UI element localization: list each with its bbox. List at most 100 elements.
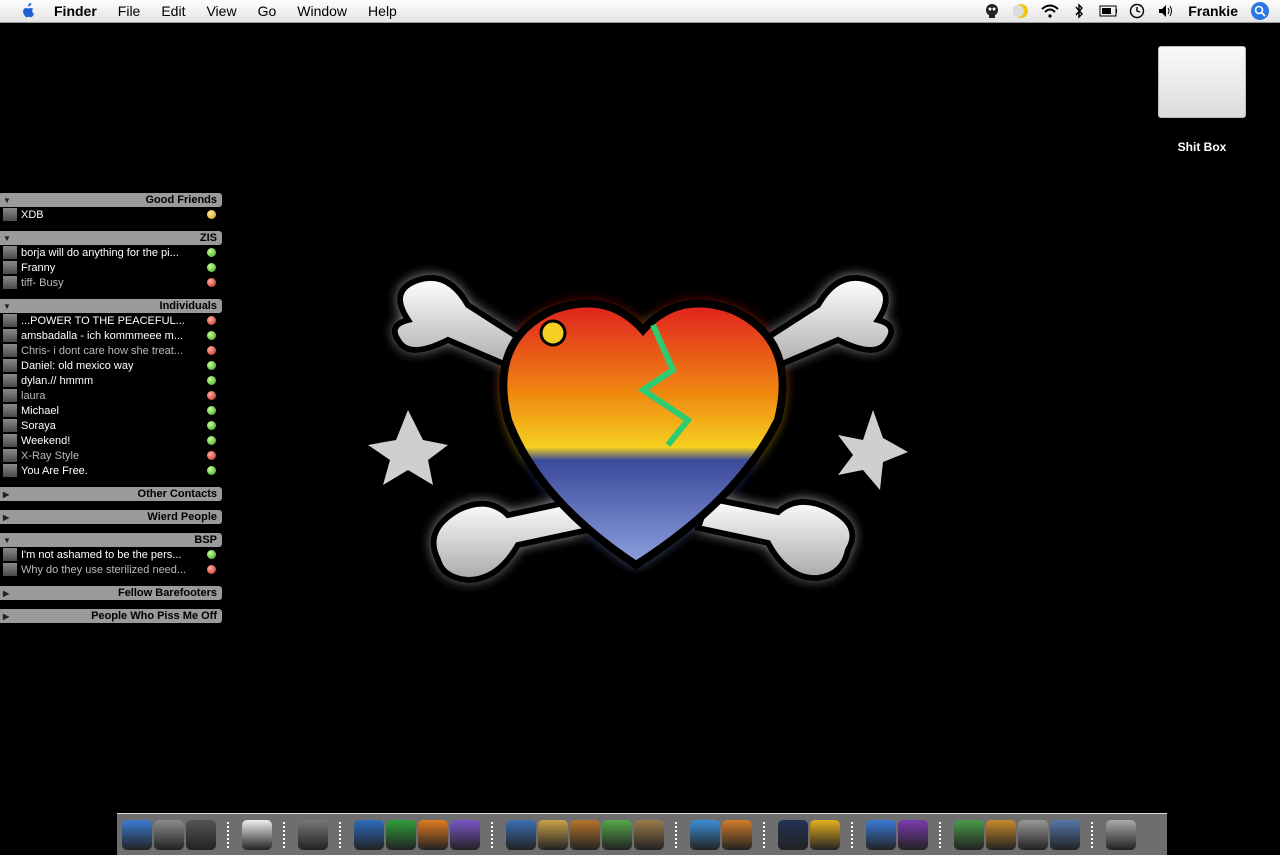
- word-icon[interactable]: [354, 819, 384, 850]
- buddy-group-header[interactable]: ▶ Fellow Barefooters: [0, 586, 222, 600]
- powerpoint-icon[interactable]: [418, 819, 448, 850]
- image-capture-icon[interactable]: [1050, 819, 1080, 850]
- adium-icon[interactable]: [898, 819, 928, 850]
- disclosure-triangle-down-icon[interactable]: ▼: [3, 302, 11, 311]
- disclosure-triangle-right-icon[interactable]: ▶: [3, 589, 9, 598]
- buddy-row[interactable]: XDB: [0, 207, 222, 222]
- buddy-row[interactable]: Weekend!: [0, 433, 222, 448]
- alien-icon[interactable]: [983, 3, 1001, 19]
- menu-go[interactable]: Go: [258, 0, 277, 22]
- buddy-row[interactable]: Soraya: [0, 418, 222, 433]
- ichat-icon[interactable]: [866, 819, 896, 850]
- buddy-row[interactable]: You Are Free.: [0, 463, 222, 478]
- trash-icon[interactable]: [1106, 819, 1136, 850]
- camino-icon[interactable]: [722, 819, 752, 850]
- buddy-row[interactable]: Michael: [0, 403, 222, 418]
- buddy-name: laura: [21, 389, 46, 402]
- disclosure-triangle-down-icon[interactable]: ▼: [3, 536, 11, 545]
- itunes-icon[interactable]: [602, 819, 632, 850]
- buddy-group-header[interactable]: ▶ Other Contacts: [0, 487, 222, 501]
- dashboard-icon[interactable]: [154, 819, 184, 850]
- ipod-icon[interactable]: [242, 819, 272, 850]
- buddy-row[interactable]: laura: [0, 388, 222, 403]
- menu-view[interactable]: View: [206, 0, 236, 22]
- clock-icon[interactable]: [1128, 3, 1146, 19]
- buddy-group-name: Individuals: [159, 300, 217, 312]
- moon-phase-icon[interactable]: [1012, 3, 1030, 19]
- system-preferences-icon[interactable]: [186, 819, 216, 850]
- buddy-avatar: [3, 548, 17, 561]
- buddy-row[interactable]: I'm not ashamed to be the pers...: [0, 547, 222, 562]
- buddy-row[interactable]: tiff- Busy: [0, 275, 222, 290]
- menu-bar: Finder File Edit View Go Window Help Fra…: [0, 0, 1280, 23]
- buddy-name: Daniel: old mexico way: [21, 359, 134, 372]
- buddy-row[interactable]: Daniel: old mexico way: [0, 358, 222, 373]
- buddy-row[interactable]: Why do they use sterilized need...: [0, 562, 222, 577]
- iphoto-icon[interactable]: [634, 819, 664, 850]
- wifi-icon[interactable]: [1041, 3, 1059, 19]
- buddy-name: Why do they use sterilized need...: [21, 563, 187, 576]
- preview-icon[interactable]: [1018, 819, 1048, 850]
- excel-icon[interactable]: [386, 819, 416, 850]
- status-green-icon: [207, 331, 216, 340]
- safari-icon[interactable]: [690, 819, 720, 850]
- buddy-name: dylan.// hmmm: [21, 374, 94, 387]
- activity-monitor-icon[interactable]: [954, 819, 984, 850]
- desktop-hard-drive[interactable]: Shit Box: [1158, 46, 1246, 154]
- menu-edit[interactable]: Edit: [161, 0, 185, 22]
- address-book-icon[interactable]: [538, 819, 568, 850]
- heart-crossbones-wallpaper-art: [368, 274, 908, 584]
- mail-icon[interactable]: [506, 819, 536, 850]
- buddy-row[interactable]: borja will do anything for the pi...: [0, 245, 222, 260]
- battery-icon[interactable]: [1099, 3, 1118, 19]
- cocktail-icon[interactable]: [986, 819, 1016, 850]
- entourage-icon[interactable]: [450, 819, 480, 850]
- buddy-row[interactable]: Franny: [0, 260, 222, 275]
- dark-app-icon[interactable]: [778, 819, 808, 850]
- menu-window[interactable]: Window: [297, 0, 347, 22]
- clapper-icon[interactable]: [298, 819, 328, 850]
- buddy-name: Weekend!: [21, 434, 71, 447]
- buddy-group-header[interactable]: ▼ BSP: [0, 533, 222, 547]
- apple-menu-icon[interactable]: [19, 2, 37, 20]
- buddy-row[interactable]: X-Ray Style: [0, 448, 222, 463]
- buddy-group-name: Wierd People: [147, 511, 217, 523]
- spotlight-search-icon[interactable]: [1251, 2, 1269, 20]
- bluetooth-icon[interactable]: [1070, 3, 1088, 19]
- buddy-avatar: [3, 329, 17, 342]
- buddy-row[interactable]: ...POWER TO THE PEACEFUL...: [0, 313, 222, 328]
- buddy-name: tiff- Busy: [21, 276, 64, 289]
- fast-user-switch-name[interactable]: Frankie: [1188, 3, 1238, 19]
- buddy-group-header[interactable]: ▼ ZIS: [0, 231, 222, 245]
- buddy-group-header[interactable]: ▼ Good Friends: [0, 193, 222, 207]
- disclosure-triangle-right-icon[interactable]: ▶: [3, 612, 9, 621]
- buddy-avatar: [3, 246, 17, 259]
- garageband-icon[interactable]: [570, 819, 600, 850]
- dock-separator: [763, 821, 767, 848]
- disclosure-triangle-right-icon[interactable]: ▶: [3, 513, 9, 522]
- status-yellow-icon: [207, 210, 216, 219]
- hard-drive-icon[interactable]: [1158, 46, 1246, 118]
- buddy-group-header[interactable]: ▼ Individuals: [0, 299, 222, 313]
- menu-app-name[interactable]: Finder: [54, 0, 97, 22]
- menu-file[interactable]: File: [118, 0, 141, 22]
- dock-separator: [283, 821, 287, 848]
- buddy-row[interactable]: amsbadalla - ich kommmeee m...: [0, 328, 222, 343]
- volume-icon[interactable]: [1157, 3, 1175, 19]
- buddy-row[interactable]: dylan.// hmmm: [0, 373, 222, 388]
- finder-icon[interactable]: [122, 819, 152, 850]
- menu-help[interactable]: Help: [368, 0, 397, 22]
- disclosure-triangle-right-icon[interactable]: ▶: [3, 490, 9, 499]
- disclosure-triangle-down-icon[interactable]: ▼: [3, 234, 11, 243]
- buddy-row[interactable]: Chris- i dont care how she treat...: [0, 343, 222, 358]
- warning-sign-icon[interactable]: [810, 819, 840, 850]
- buddy-list: ▼ Good Friends XDB ▼ ZIS borja will do anythi…: [0, 192, 222, 631]
- status-red-icon: [207, 346, 216, 355]
- disclosure-triangle-down-icon[interactable]: ▼: [3, 196, 11, 205]
- status-green-icon: [207, 436, 216, 445]
- buddy-group-header[interactable]: ▶ Wierd People: [0, 510, 222, 524]
- status-green-icon: [207, 263, 216, 272]
- buddy-group-header[interactable]: ▶ People Who Piss Me Off: [0, 609, 222, 623]
